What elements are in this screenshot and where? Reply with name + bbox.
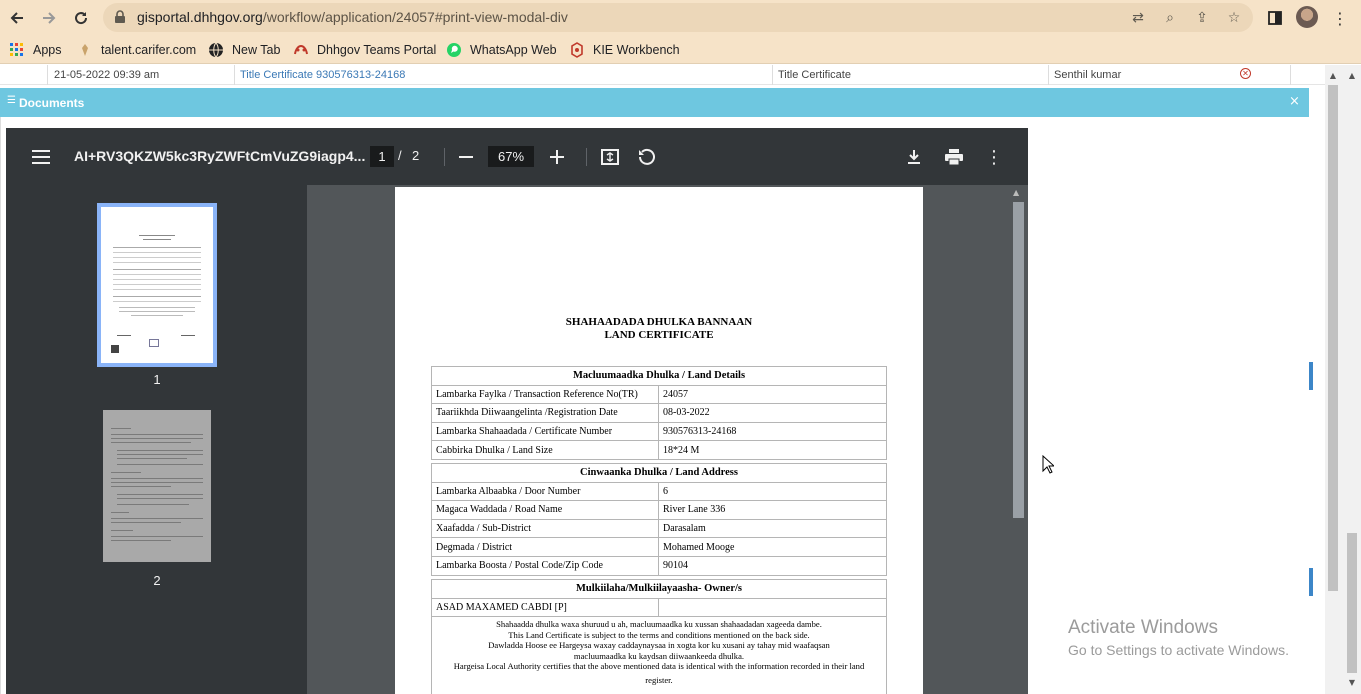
table-row: Degmada / District Mohamed Mooge xyxy=(431,537,887,557)
land-details-table: Macluumaadka Dhulka / Land Details Lamba… xyxy=(431,366,887,460)
bookmark-apps[interactable]: Apps xyxy=(9,41,62,59)
modal-header: ☰ Documents × xyxy=(0,88,1309,117)
bookmark-whatsapp[interactable]: WhatsApp Web xyxy=(446,41,557,59)
apps-grid-icon xyxy=(10,43,23,56)
row-date: 21-05-2022 09:39 am xyxy=(54,69,160,81)
thumbnail-label-1: 1 xyxy=(153,372,161,387)
certificate-title-english: LAND CERTIFICATE xyxy=(604,329,714,341)
zoom-in-icon[interactable] xyxy=(545,145,569,169)
teams-portal-icon xyxy=(294,44,308,55)
thumbnail-label-2: 2 xyxy=(153,573,161,588)
bookmark-kie-workbench[interactable]: KIE Workbench xyxy=(569,41,680,59)
reload-icon[interactable] xyxy=(68,5,94,31)
page-scrollbar[interactable]: ▲ ▼ xyxy=(1343,65,1361,694)
back-arrow-icon[interactable] xyxy=(4,5,30,31)
background-table-row: 21-05-2022 09:39 am Title Certificate 93… xyxy=(0,65,1325,85)
list-icon: ☰ xyxy=(7,95,16,106)
row-user: Senthil kumar xyxy=(1054,69,1122,81)
rotate-icon[interactable] xyxy=(634,145,658,169)
pdf-toolbar: AI+RV3QKZW5kc3RyZWFtCmVuZG9iagp4... 1 / … xyxy=(6,128,1028,185)
fit-page-icon[interactable] xyxy=(598,145,622,169)
browser-menu-icon[interactable]: ⋮ xyxy=(1327,5,1353,31)
pdf-scroll-thumb[interactable] xyxy=(1013,202,1024,518)
page-separator: / xyxy=(398,148,402,163)
forward-arrow-icon[interactable] xyxy=(36,5,62,31)
download-icon[interactable] xyxy=(902,145,926,169)
table-row: ASAD MAXAMED CABDI [P] xyxy=(431,597,887,618)
page-scroll-thumb[interactable] xyxy=(1347,533,1357,673)
lock-icon xyxy=(115,10,125,23)
modal-scroll-thumb[interactable] xyxy=(1328,85,1338,591)
zoom-icon[interactable]: ⌕ xyxy=(1161,9,1179,27)
page-number-input[interactable]: 1 xyxy=(370,146,394,167)
kie-icon xyxy=(571,42,583,58)
background-button-edge xyxy=(1309,362,1313,390)
land-details-heading: Macluumaadka Dhulka / Land Details xyxy=(431,366,887,386)
table-row: Lambarka Albaabka / Door Number 6 xyxy=(431,481,887,502)
address-bar[interactable]: gisportal.dhhgov.org/workflow/applicatio… xyxy=(103,3,1253,32)
table-row: Taariikhda Diiwaangelinta /Registration … xyxy=(431,403,887,423)
table-row: Lambarka Shahaadada / Certificate Number… xyxy=(431,421,887,442)
land-address-heading: Cinwaanka Dhulka / Land Address xyxy=(431,463,887,483)
print-icon[interactable] xyxy=(942,145,966,169)
bookmarks-bar: Apps talent.carifer.com New Tab Dhhgov T… xyxy=(0,35,1361,64)
certificate-notes: Shahaadda dhulka waxa shuruud u ah, macl… xyxy=(431,615,887,694)
url-text: gisportal.dhhgov.org/workflow/applicatio… xyxy=(137,9,568,25)
more-options-icon[interactable]: ⋮ xyxy=(982,145,1006,169)
translate-icon[interactable]: ⇄ xyxy=(1129,9,1147,27)
background-button-edge xyxy=(1309,568,1313,596)
land-address-table: Cinwaanka Dhulka / Land Address Lambarka… xyxy=(431,463,887,576)
pdf-page: SHAHAADADA DHULKA BANNAAN LAND CERTIFICA… xyxy=(395,187,923,694)
row-document-link[interactable]: Title Certificate 930576313-24168 xyxy=(240,69,405,81)
modal-title: Documents xyxy=(19,96,85,110)
activate-windows-watermark: Activate Windows Go to Settings to activ… xyxy=(1068,617,1289,658)
bookmark-new-tab[interactable]: New Tab xyxy=(208,41,280,59)
bookmark-teams-portal[interactable]: Dhhgov Teams Portal xyxy=(293,41,436,59)
row-document-type: Title Certificate xyxy=(778,69,851,81)
zoom-out-icon[interactable] xyxy=(454,145,478,169)
total-pages: 2 xyxy=(412,148,420,163)
zoom-input[interactable]: 67% xyxy=(488,146,534,167)
profile-avatar[interactable] xyxy=(1296,6,1318,28)
owner-name: ASAD MAXAMED CABDI [P] xyxy=(431,597,659,618)
owners-table: Mulkiilaha/Mulkiilayaasha- Owner/s ASAD … xyxy=(431,579,887,618)
page-thumbnail-1[interactable] xyxy=(97,203,217,367)
whatsapp-icon xyxy=(447,43,461,57)
thumbnail-sidebar: 1 2 xyxy=(6,185,307,694)
certificate-title-somali: SHAHAADADA DHULKA BANNAAN xyxy=(565,316,753,328)
pdf-viewer: AI+RV3QKZW5kc3RyZWFtCmVuZG9iagp4... 1 / … xyxy=(6,128,1028,694)
carifer-icon xyxy=(82,44,88,56)
pdf-scrollbar[interactable]: ▲ xyxy=(1009,185,1028,694)
modal-close-button[interactable]: × xyxy=(1289,94,1300,109)
table-row: Magaca Waddada / Road Name River Lane 336 xyxy=(431,500,887,520)
owners-heading: Mulkiilaha/Mulkiilayaasha- Owner/s xyxy=(431,579,887,599)
pdf-filename: AI+RV3QKZW5kc3RyZWFtCmVuZG9iagp4... xyxy=(74,148,366,164)
table-row: Cabbirka Dhulka / Land Size 18*24 M xyxy=(431,440,887,460)
delete-icon[interactable]: ✕ xyxy=(1240,68,1251,79)
globe-icon xyxy=(209,42,223,58)
mouse-cursor-icon xyxy=(1042,455,1054,474)
page-thumbnail-2[interactable] xyxy=(103,410,211,562)
star-icon[interactable]: ☆ xyxy=(1225,9,1243,27)
share-icon[interactable]: ⇪ xyxy=(1193,9,1211,27)
hamburger-menu-icon[interactable] xyxy=(29,145,53,169)
browser-toolbar: gisportal.dhhgov.org/workflow/applicatio… xyxy=(0,0,1361,35)
table-row: Lambarka Boosta / Postal Code/Zip Code 90… xyxy=(431,555,887,576)
bookmark-carifer[interactable]: talent.carifer.com xyxy=(77,41,196,59)
side-panel-icon[interactable] xyxy=(1262,5,1288,31)
table-row: Lambarka Faylka / Transaction Reference … xyxy=(431,384,887,405)
table-row: Xaafadda / Sub-District Darasalam xyxy=(431,518,887,539)
